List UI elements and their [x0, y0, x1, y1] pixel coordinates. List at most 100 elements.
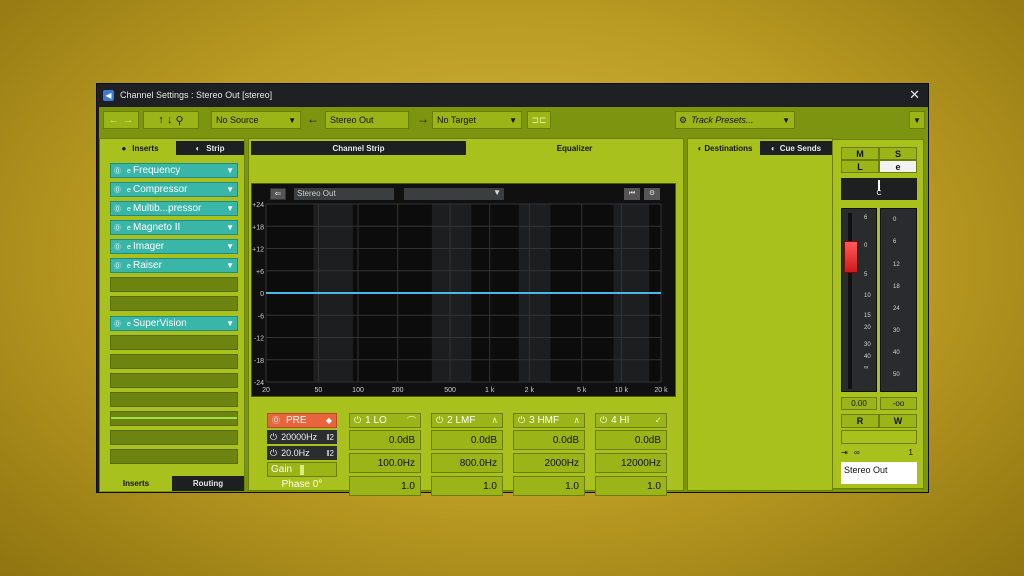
pan-control[interactable]: C	[841, 178, 917, 200]
search-icon[interactable]: ⚲	[176, 114, 184, 127]
power-icon[interactable]: ⏻	[518, 415, 525, 426]
tab-destinations[interactable]: ◐ Destinations	[690, 141, 760, 155]
chevron-down-icon[interactable]: ▼	[226, 261, 234, 270]
band-4-frequency[interactable]: 12000Hz	[595, 453, 667, 473]
eq-curve-select[interactable]: ▼	[404, 188, 504, 200]
insert-slot-8[interactable]	[110, 296, 238, 311]
close-icon[interactable]: ✕	[909, 87, 920, 103]
tab-cue-sends[interactable]: ◐ Cue Sends	[760, 141, 832, 155]
chevron-down-icon[interactable]: ▼	[226, 223, 234, 232]
band-shape-icon[interactable]: ∧	[491, 415, 498, 426]
insert-slot-post-1[interactable]: Ⓞ e SuperVision ▼	[110, 316, 238, 331]
bypass-edit-icon[interactable]: Ⓞ e	[111, 261, 133, 271]
power-icon[interactable]: ⏻	[270, 432, 277, 443]
listen-button[interactable]: L	[841, 160, 879, 173]
peak-value[interactable]: -oo	[880, 397, 917, 410]
chevron-down-icon[interactable]: ▼	[226, 319, 234, 328]
destinations-list[interactable]	[688, 155, 832, 490]
band-2-q[interactable]: 1.0	[431, 476, 503, 496]
bypass-edit-icon[interactable]: Ⓞ e	[111, 242, 133, 252]
solo-button[interactable]: S	[879, 147, 917, 160]
bypass-edit-icon[interactable]: Ⓞ e	[111, 223, 133, 233]
tab-bottom-inserts[interactable]: Inserts	[100, 476, 172, 491]
chevron-down-icon[interactable]: ▼	[226, 166, 234, 175]
eq-plot-area[interactable]	[266, 204, 661, 382]
edit-button[interactable]: e	[879, 160, 917, 173]
volume-fader-track[interactable]: 6 0 5 10 15 20 30 40 ∞	[841, 208, 877, 392]
volume-fader-handle[interactable]	[844, 241, 858, 273]
tab-inserts[interactable]: ● Inserts	[104, 141, 176, 155]
arrow-left-icon[interactable]: ←	[108, 114, 119, 126]
tab-channel-strip[interactable]: Channel Strip	[251, 141, 466, 155]
power-icon[interactable]: ⏻	[270, 448, 277, 459]
insert-slot-7[interactable]	[110, 277, 238, 292]
bypass-edit-icon[interactable]: Ⓞ e	[111, 319, 133, 329]
band-3-header[interactable]: ⏻ 3 HMF ∧	[513, 413, 585, 428]
low-cut-filter[interactable]: ⏻ 20.0Hz ‖2	[267, 446, 337, 460]
power-icon[interactable]: ⏻	[600, 415, 607, 426]
insert-slot-3[interactable]: Ⓞ e Multib...pressor ▼	[110, 201, 238, 216]
band-3-q[interactable]: 1.0	[513, 476, 585, 496]
insert-slot-post-4[interactable]	[110, 373, 238, 388]
chevron-down-icon[interactable]: ▼	[226, 242, 234, 251]
arrow-right-icon[interactable]: →	[123, 114, 134, 126]
slope-icon[interactable]: ‖2	[326, 433, 334, 442]
nav-up-down-search-buttons[interactable]: ↑ ↓ ⚲	[143, 111, 199, 129]
bypass-edit-icon[interactable]: Ⓞ e	[111, 204, 133, 214]
insert-slot-post-3[interactable]	[110, 354, 238, 369]
channel-name-field[interactable]: Stereo Out	[325, 111, 409, 129]
gain-slider[interactable]: Gain	[267, 462, 337, 477]
mute-button[interactable]: M	[841, 147, 879, 160]
output-routing-field[interactable]: Stereo Out	[841, 462, 917, 484]
link-button[interactable]: ⊐⊏	[527, 111, 551, 129]
tab-equalizer[interactable]: Equalizer	[467, 141, 682, 155]
insert-slot-post-6[interactable]	[110, 411, 238, 426]
insert-slot-post-7[interactable]	[110, 430, 238, 445]
band-shape-icon[interactable]: ⌒	[407, 414, 416, 427]
power-icon[interactable]: ⏻	[354, 415, 361, 426]
band-1-gain[interactable]: 0.0dB	[349, 430, 421, 450]
insert-slot-post-5[interactable]	[110, 392, 238, 407]
chevron-down-icon[interactable]: ▼	[226, 204, 234, 213]
target-select[interactable]: No Target ▼	[432, 111, 522, 129]
read-button[interactable]: R	[841, 414, 879, 428]
write-button[interactable]: W	[879, 414, 917, 428]
band-2-gain[interactable]: 0.0dB	[431, 430, 503, 450]
checkmark-icon[interactable]: ✓	[654, 415, 662, 426]
band-3-gain[interactable]: 0.0dB	[513, 430, 585, 450]
output-icon[interactable]: ⇥	[841, 448, 848, 457]
band-4-header[interactable]: ⏻ 4 HI ✓	[595, 413, 667, 428]
phase-button[interactable]: Phase 0°	[267, 479, 337, 492]
source-select[interactable]: No Source ▼	[211, 111, 301, 129]
tab-strip[interactable]: ◐ Strip	[176, 141, 244, 155]
gain-slider-handle[interactable]	[300, 465, 304, 475]
insert-slot-5[interactable]: Ⓞ e Imager ▼	[110, 239, 238, 254]
bypass-edit-icon[interactable]: Ⓞ e	[111, 166, 133, 176]
eq-channel-name[interactable]: Stereo Out	[294, 188, 394, 200]
insert-slot-6[interactable]: Ⓞ e Raiser ▼	[110, 258, 238, 273]
bypass-edit-icon[interactable]: Ⓞ e	[111, 185, 133, 195]
volume-value[interactable]: 0.00	[841, 397, 877, 410]
track-presets-select[interactable]: ⚙ Track Presets... ▼	[675, 111, 795, 129]
menu-button[interactable]: ▼	[909, 111, 925, 129]
link-icon[interactable]: ∞	[854, 448, 860, 457]
band-4-q[interactable]: 1.0	[595, 476, 667, 496]
arrow-down-icon[interactable]: ↓	[167, 114, 173, 126]
band-2-frequency[interactable]: 800.0Hz	[431, 453, 503, 473]
nav-back-forward-buttons[interactable]: ← →	[103, 111, 139, 129]
insert-slot-4[interactable]: Ⓞ e Magneto II ▼	[110, 220, 238, 235]
band-1-frequency[interactable]: 100.0Hz	[349, 453, 421, 473]
eq-settings-button[interactable]: ⚙	[644, 188, 660, 200]
band-1-header[interactable]: ⏻ 1 LO ⌒	[349, 413, 421, 428]
insert-slot-post-8[interactable]	[110, 449, 238, 464]
pre-button[interactable]: Ⓞ PRE ◆	[267, 413, 337, 428]
insert-slot-2[interactable]: Ⓞ e Compressor ▼	[110, 182, 238, 197]
eq-reset-button[interactable]: ⏮	[624, 188, 640, 200]
band-4-gain[interactable]: 0.0dB	[595, 430, 667, 450]
high-cut-filter[interactable]: ⏻ 20000Hz ‖2	[267, 430, 337, 444]
band-1-q[interactable]: 1.0	[349, 476, 421, 496]
power-icon[interactable]: ⏻	[436, 415, 443, 426]
band-shape-icon[interactable]: ∧	[573, 415, 580, 426]
slope-icon[interactable]: ‖2	[326, 449, 334, 458]
tab-bottom-routing[interactable]: Routing	[172, 476, 244, 491]
